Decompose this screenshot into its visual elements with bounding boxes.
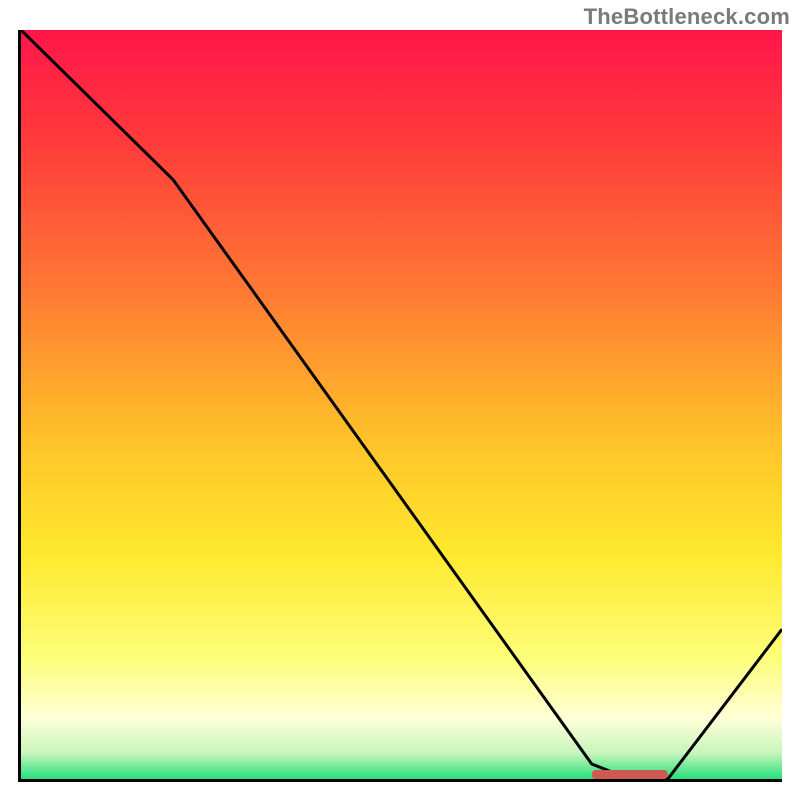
optimal-range-marker bbox=[592, 770, 668, 779]
chart-type: line bbox=[0, 0, 1, 1]
watermark-text: TheBottleneck.com bbox=[584, 4, 790, 30]
plot-svg bbox=[21, 30, 782, 779]
plot-area bbox=[18, 30, 782, 782]
chart-root: TheBottleneck.com line bbox=[0, 0, 800, 800]
